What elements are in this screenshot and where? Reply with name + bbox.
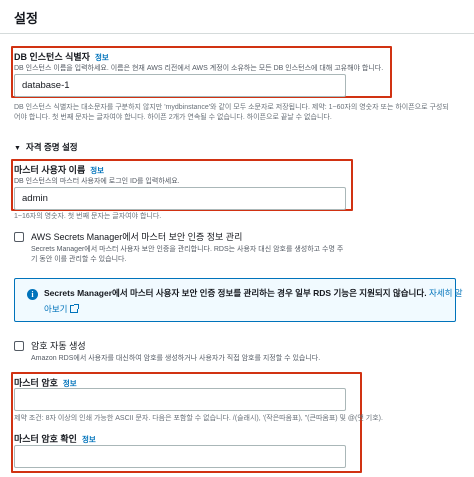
db-identifier-description: DB 인스턴스 이름을 입력하세요. 이름은 현재 AWS 리전에서 AWS 계… <box>14 65 384 72</box>
credentials-section-toggle[interactable]: ▼ 자격 증명 설정 <box>14 141 78 153</box>
db-identifier-label-text: DB 인스턴스 식별자 <box>14 52 90 62</box>
external-link-icon <box>70 304 80 313</box>
master-username-info-link[interactable]: 정보 <box>90 166 104 175</box>
page-title: 설정 <box>14 11 38 26</box>
auto-password-checkbox[interactable] <box>14 341 24 351</box>
master-username-label-text: 마스터 사용자 이름 <box>14 165 86 175</box>
confirm-password-info-link[interactable]: 정보 <box>82 435 96 444</box>
confirm-password-label-text: 마스터 암호 확인 <box>14 434 77 444</box>
caret-down-icon: ▼ <box>14 145 21 152</box>
confirm-password-input[interactable] <box>14 445 346 468</box>
alert-message: Secrets Manager에서 마스터 사용자 보안 인증 정보를 관리하는… <box>44 288 427 298</box>
db-identifier-input[interactable]: database-1 <box>14 74 346 97</box>
learn-more-link[interactable]: 자세히 알 <box>429 288 463 298</box>
alert-text: Secrets Manager에서 마스터 사용자 보안 인증 정보를 관리하는… <box>44 287 463 299</box>
db-identifier-hint: DB 인스턴스 식별자는 대소문자를 구분하지 않지만 'mydbinstanc… <box>14 104 449 111</box>
db-identifier-hint-2: 어야 합니다. 첫 번째 문자는 글자여야 합니다. 하이픈 2개가 연속될 수… <box>14 114 332 121</box>
credentials-section-title: 자격 증명 설정 <box>25 142 78 152</box>
master-password-label-text: 마스터 암호 <box>14 378 58 388</box>
secrets-manager-description-2: 기 동안 이를 관리할 수 있습니다. <box>31 256 127 263</box>
info-alert: i Secrets Manager에서 마스터 사용자 보안 인증 정보를 관리… <box>14 278 463 322</box>
secrets-manager-description: Secrets Manager에서 마스터 사용자 보안 인증을 관리합니다. … <box>31 246 344 253</box>
master-username-hint: 1~16자의 영숫자. 첫 번째 문자는 글자여야 합니다. <box>14 213 162 220</box>
auto-password-description: Amazon RDS에서 사용자를 대신하여 암호를 생성하거나 사용자가 직접… <box>31 355 321 362</box>
master-password-hint: 제약 조건: 8자 이상의 인쇄 가능한 ASCII 문자. 다음은 포함할 수… <box>14 415 383 422</box>
learn-more-link-text[interactable]: 아보기 <box>44 304 67 314</box>
master-username-label: 마스터 사용자 이름 정보 <box>14 163 104 176</box>
db-identifier-info-link[interactable]: 정보 <box>95 53 109 62</box>
learn-more-link-continued[interactable]: 아보기 <box>44 303 80 315</box>
master-password-info-link[interactable]: 정보 <box>63 379 77 388</box>
confirm-password-label: 마스터 암호 확인 정보 <box>14 432 96 445</box>
title-divider <box>0 33 474 34</box>
master-username-description: DB 인스턴스의 마스터 사용자에 로그인 ID를 입력하세요. <box>14 178 180 185</box>
master-username-input[interactable]: admin <box>14 187 346 210</box>
info-icon: i <box>27 289 38 300</box>
db-identifier-label: DB 인스턴스 식별자 정보 <box>14 50 109 63</box>
secrets-manager-label[interactable]: AWS Secrets Manager에서 마스터 보안 인증 정보 관리 <box>31 230 242 243</box>
secrets-manager-checkbox[interactable] <box>14 232 24 242</box>
master-password-input[interactable] <box>14 388 346 411</box>
auto-password-label[interactable]: 암호 자동 생성 <box>31 339 86 352</box>
